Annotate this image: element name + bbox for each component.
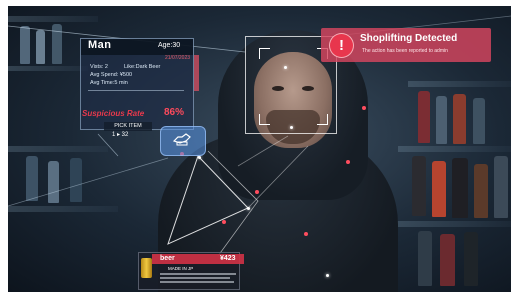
tracking-dot	[198, 156, 201, 159]
exclamation-icon: !	[329, 33, 354, 58]
person-name: Man	[88, 39, 112, 51]
person-visits: Vists: 2	[90, 64, 108, 70]
beer-can-icon	[141, 258, 152, 278]
suspicion-rate-value: 86%	[164, 107, 185, 118]
product-fine-print	[160, 281, 234, 283]
person-likes: Like:Dark Beer	[124, 64, 161, 70]
tracking-dot	[326, 274, 329, 277]
hand-grab-icon	[172, 133, 191, 146]
person-avg-time: Avg Time:5 min	[90, 80, 128, 86]
tracking-dot	[247, 207, 250, 210]
product-origin: MADE IN JP	[168, 266, 194, 271]
product-fine-print	[160, 277, 230, 279]
card-divider	[88, 90, 184, 91]
tracking-dot	[304, 232, 308, 236]
tracking-dot	[222, 220, 226, 224]
product-fine-print	[160, 273, 236, 275]
suspicion-rate-label: Suspicious Rate	[82, 109, 145, 118]
alert-subtitle: The action has been reported to admin	[362, 48, 448, 54]
tracking-dot	[284, 66, 287, 69]
alert-title: Shoplifting Detected	[360, 33, 458, 44]
tracking-dot	[346, 160, 350, 164]
pick-item-count: 1 ▸ 32	[112, 132, 129, 138]
pick-item-label: PICK ITEM	[104, 122, 152, 131]
product-name: beer	[160, 255, 175, 262]
tracking-dot	[362, 106, 366, 110]
tracking-dot	[255, 190, 259, 194]
person-avg-spend: Avg Spend: ¥500	[90, 72, 133, 78]
person-age: Age:30	[158, 42, 181, 49]
card-scroll-tab	[194, 55, 199, 91]
person-date: 21/07/2023	[165, 55, 191, 61]
tracking-dot	[290, 126, 293, 129]
product-price: ¥423	[220, 255, 236, 262]
